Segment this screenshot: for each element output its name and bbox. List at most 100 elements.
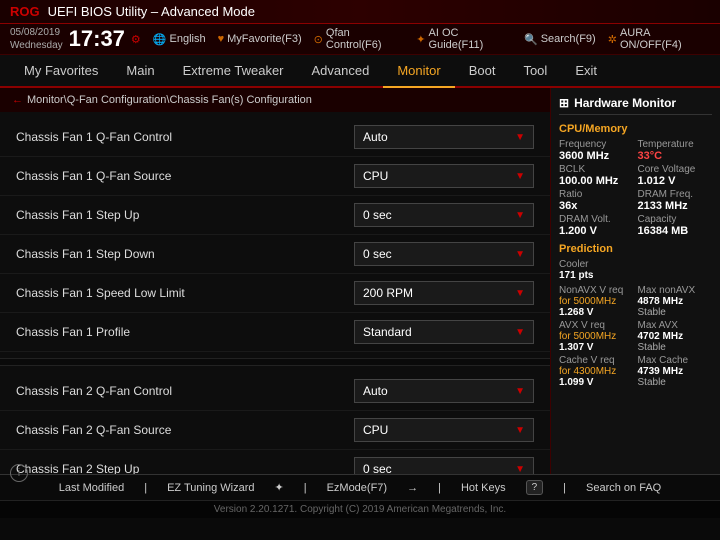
hotkeys-badge[interactable]: ?: [526, 480, 544, 495]
avx-label: AVX V req: [559, 320, 634, 331]
settings-icon[interactable]: ⚙: [131, 33, 141, 46]
monitor-icon: ⊞: [559, 96, 569, 110]
main-content: ← Monitor\Q-Fan Configuration\Chassis Fa…: [0, 88, 720, 474]
avx-max-label: Max AVX: [638, 320, 713, 331]
fan1-qfan-control-value: Auto: [363, 130, 388, 144]
separator4: |: [563, 482, 566, 494]
arrow-icon: →: [407, 482, 418, 494]
bottom-bar: Last Modified | EZ Tuning Wizard ✦ | EzM…: [0, 474, 720, 500]
ratio-block: Ratio 36x: [559, 189, 634, 212]
avx-max-value: 4702 MHz: [638, 331, 713, 342]
breadcrumb-text: Monitor\Q-Fan Configuration\Chassis Fan(…: [27, 94, 312, 106]
temperature-value: 33°C: [638, 150, 713, 162]
capacity-label: Capacity: [638, 214, 713, 225]
frequency-value: 3600 MHz: [559, 150, 634, 162]
cache-max-label: Max Cache: [638, 355, 713, 366]
language-label: English: [170, 33, 206, 45]
title-text: UEFI BIOS Utility – Advanced Mode: [48, 4, 255, 19]
dram-freq-value: 2133 MHz: [638, 200, 713, 212]
nav-my-favorites[interactable]: My Favorites: [10, 55, 112, 86]
rog-logo: ROG: [10, 4, 40, 19]
section-divider: [0, 358, 550, 366]
fan2-qfan-control-value: Auto: [363, 384, 388, 398]
fan1-speed-low-limit-value: 200 RPM: [363, 286, 413, 300]
avx-max-sub: Stable: [638, 342, 713, 353]
core-voltage-block: Core Voltage 1.012 V: [638, 164, 713, 187]
search-label: Search(F9): [541, 33, 596, 45]
dram-freq-label: DRAM Freq.: [638, 189, 713, 200]
fan1-qfan-source-label: Chassis Fan 1 Q-Fan Source: [16, 169, 354, 183]
nonavx-left: NonAVX V req for 5000MHz 1.268 V: [559, 285, 634, 318]
nonavx-right: Max nonAVX 4878 MHz Stable: [638, 285, 713, 318]
dropdown-arrow-icon: ▼: [515, 327, 525, 338]
fan2-qfan-control-label: Chassis Fan 2 Q-Fan Control: [16, 384, 354, 398]
cpu-memory-grid: Frequency 3600 MHz Temperature 33°C BCLK…: [559, 139, 712, 237]
ez-tuning-label[interactable]: EZ Tuning Wizard: [167, 482, 254, 494]
separator2: |: [304, 482, 307, 494]
fan1-step-down-select[interactable]: 0 sec ▼: [354, 242, 534, 266]
dropdown-arrow-icon: ▼: [515, 288, 525, 299]
back-arrow[interactable]: ←: [12, 94, 23, 106]
fan2-qfan-source-select[interactable]: CPU ▼: [354, 418, 534, 442]
fan1-step-down-value: 0 sec: [363, 247, 392, 261]
nonavx-for: for 5000MHz: [559, 296, 634, 307]
nav-exit[interactable]: Exit: [561, 55, 611, 86]
fan2-qfan-source-row: Chassis Fan 2 Q-Fan Source CPU ▼: [0, 411, 550, 450]
fan1-speed-low-limit-select[interactable]: 200 RPM ▼: [354, 281, 534, 305]
fan-icon: ⊙: [314, 33, 323, 46]
fan1-qfan-source-select[interactable]: CPU ▼: [354, 164, 534, 188]
title-bar: ROG UEFI BIOS Utility – Advanced Mode: [0, 0, 720, 24]
nav-monitor[interactable]: Monitor: [383, 55, 454, 88]
cache-right: Max Cache 4739 MHz Stable: [638, 355, 713, 388]
nav-tool[interactable]: Tool: [509, 55, 561, 86]
myfavorite-label: MyFavorite(F3): [227, 33, 302, 45]
fan1-profile-label: Chassis Fan 1 Profile: [16, 325, 354, 339]
nav-main[interactable]: Main: [112, 55, 168, 86]
nav-extreme-tweaker[interactable]: Extreme Tweaker: [169, 55, 298, 86]
cache-for: for 4300MHz: [559, 366, 634, 377]
heart-icon: ♥: [218, 33, 225, 45]
fan1-step-up-select[interactable]: 0 sec ▼: [354, 203, 534, 227]
fan1-qfan-control-select[interactable]: Auto ▼: [354, 125, 534, 149]
fan1-profile-select[interactable]: Standard ▼: [354, 320, 534, 344]
core-voltage-label: Core Voltage: [638, 164, 713, 175]
qfan-item[interactable]: ⊙ Qfan Control(F6): [314, 27, 405, 51]
ai-oc-item[interactable]: ✦ AI OC Guide(F11): [416, 27, 512, 51]
info-button[interactable]: i: [10, 464, 28, 482]
cooler-value: 171 pts: [559, 270, 712, 281]
aura-item[interactable]: ✲ AURA ON/OFF(F4): [608, 27, 710, 51]
nav-advanced[interactable]: Advanced: [298, 55, 384, 86]
dropdown-arrow-icon: ▼: [515, 464, 525, 475]
dropdown-arrow-icon: ▼: [515, 425, 525, 436]
nav-boot[interactable]: Boot: [455, 55, 510, 86]
aura-icon: ✲: [608, 33, 617, 46]
fan2-step-up-value: 0 sec: [363, 462, 392, 474]
fan2-qfan-control-select[interactable]: Auto ▼: [354, 379, 534, 403]
footer: Version 2.20.1271. Copyright (C) 2019 Am…: [0, 500, 720, 518]
search-faq-label[interactable]: Search on FAQ: [586, 482, 661, 494]
fan2-settings-section: Chassis Fan 2 Q-Fan Control Auto ▼ Chass…: [0, 366, 550, 474]
dropdown-arrow-icon: ▼: [515, 210, 525, 221]
myfavorite-item[interactable]: ♥ MyFavorite(F3): [218, 33, 302, 45]
avx-for: for 5000MHz: [559, 331, 634, 342]
breadcrumb: ← Monitor\Q-Fan Configuration\Chassis Fa…: [0, 88, 550, 112]
hw-monitor-title: ⊞ Hardware Monitor: [559, 96, 712, 115]
fan1-step-down-label: Chassis Fan 1 Step Down: [16, 247, 354, 261]
cooler-item: Cooler 171 pts: [559, 259, 712, 281]
nonavx-max-value: 4878 MHz: [638, 296, 713, 307]
fan1-step-up-row: Chassis Fan 1 Step Up 0 sec ▼: [0, 196, 550, 235]
cache-left: Cache V req for 4300MHz 1.099 V: [559, 355, 634, 388]
ai-icon: ✦: [416, 33, 425, 46]
dram-volt-value: 1.200 V: [559, 225, 634, 237]
capacity-value: 16384 MB: [638, 225, 713, 237]
ez-mode-label[interactable]: EzMode(F7): [327, 482, 388, 494]
temperature-block: Temperature 33°C: [638, 139, 713, 162]
time-display: 17:37: [69, 26, 125, 52]
dropdown-arrow-icon: ▼: [515, 132, 525, 143]
language-item[interactable]: 🌐 English: [153, 33, 206, 46]
search-item[interactable]: 🔍 Search(F9): [524, 33, 596, 46]
avx-left: AVX V req for 5000MHz 1.307 V: [559, 320, 634, 353]
frequency-label: Frequency: [559, 139, 634, 150]
fan2-step-up-select[interactable]: 0 sec ▼: [354, 457, 534, 474]
dropdown-arrow-icon: ▼: [515, 171, 525, 182]
